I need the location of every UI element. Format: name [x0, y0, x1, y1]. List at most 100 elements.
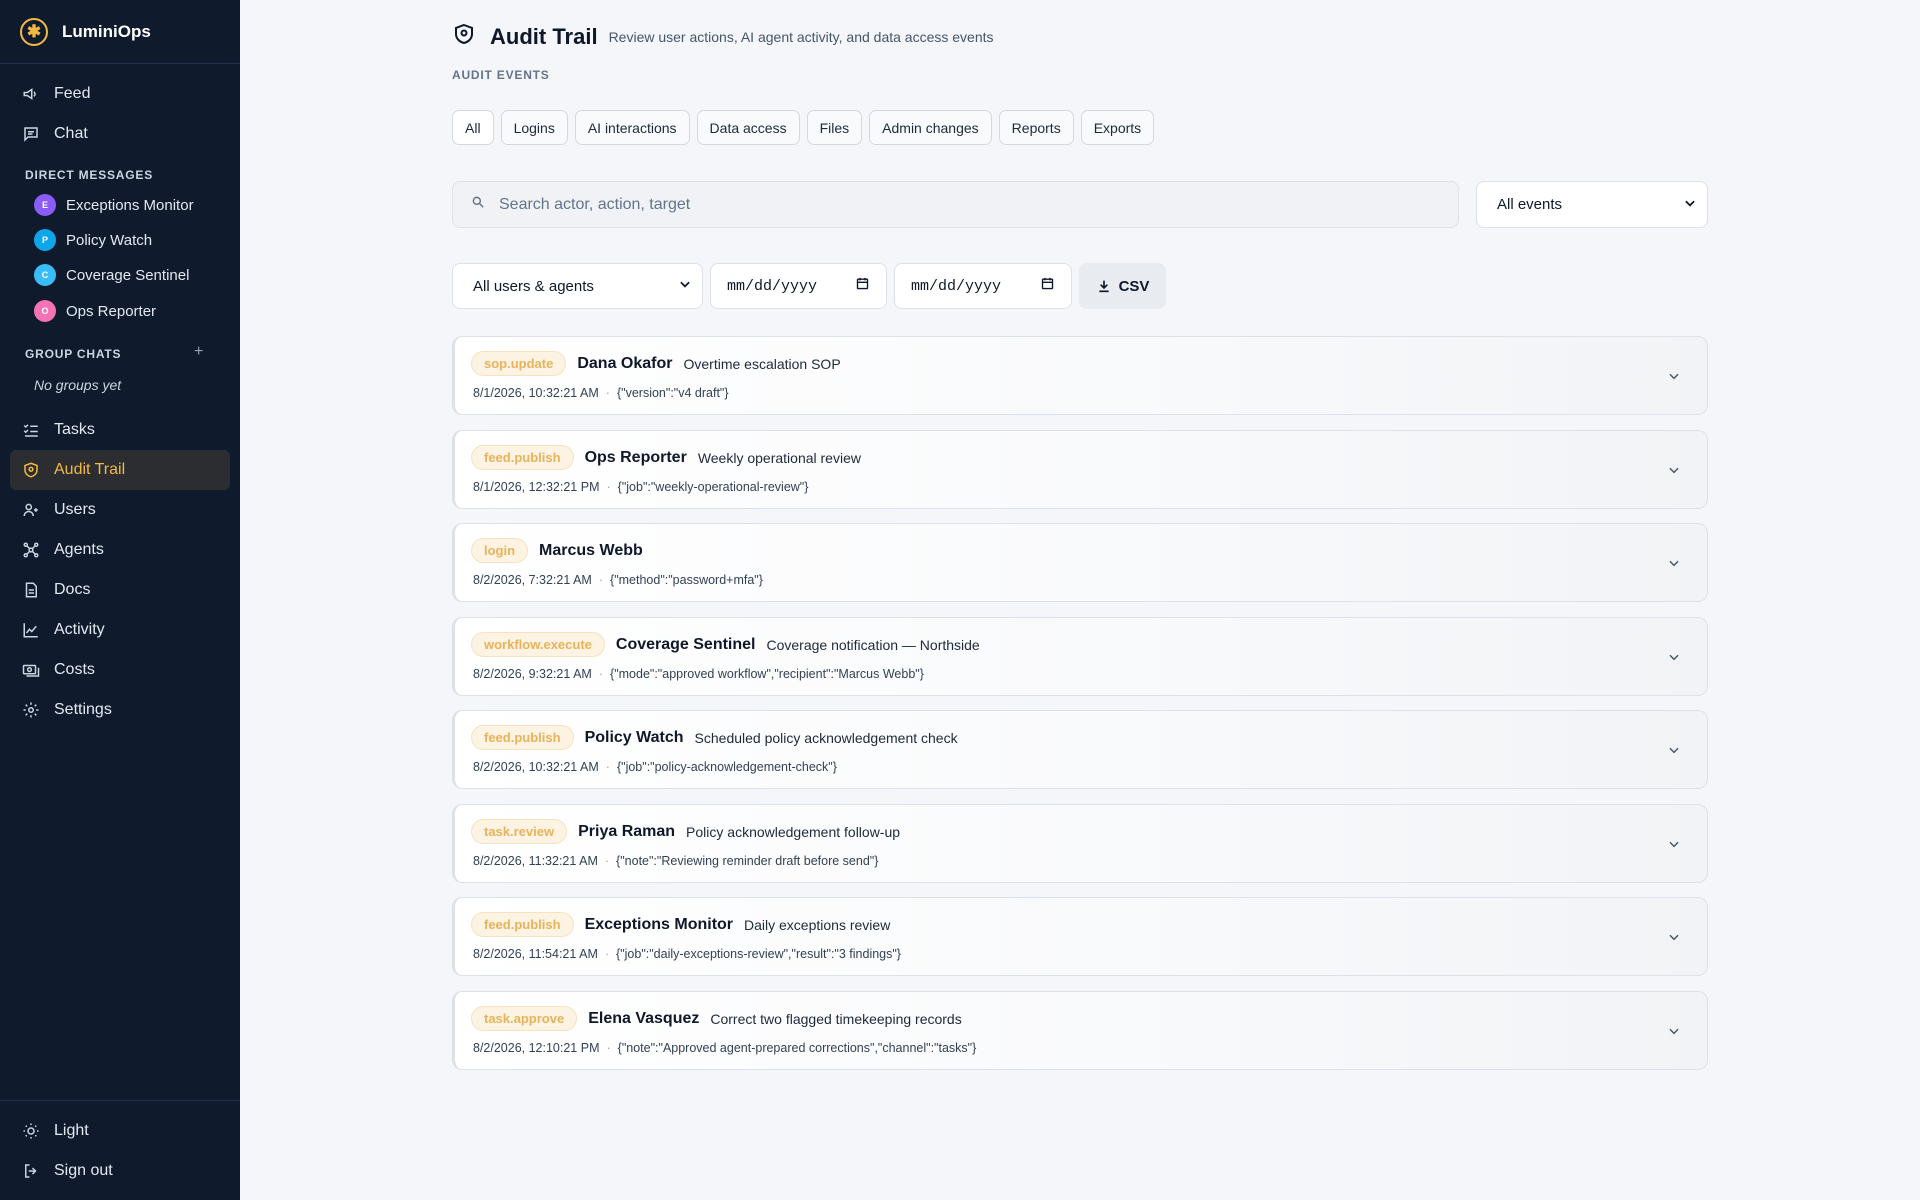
audit-event-row[interactable]: sop.update Dana Okafor Overtime escalati…	[452, 336, 1708, 415]
dm-item-exceptions-monitor[interactable]: E Exceptions Monitor	[34, 191, 194, 219]
tab-files[interactable]: Files	[806, 110, 863, 145]
search-input[interactable]	[499, 195, 1399, 214]
event-actor: Coverage Sentinel	[615, 635, 756, 653]
tab-admin-changes[interactable]: Admin changes	[869, 110, 992, 145]
export-csv-button[interactable]: CSV	[1079, 263, 1166, 309]
nav-label: Chat	[54, 125, 88, 142]
action-badge: feed.publish	[471, 445, 574, 470]
nav-item-docs[interactable]: Docs	[10, 570, 230, 610]
brand[interactable]: ✱ LuminiOps	[0, 0, 240, 64]
tab-ai-interactions[interactable]: AI interactions	[574, 110, 690, 145]
sign-out-button[interactable]: Sign out	[10, 1151, 230, 1191]
sidebar: ✱ LuminiOps Feed Chat DIRECT MESSAGES E …	[0, 0, 240, 1200]
event-time: 8/2/2026, 11:54:21 AM	[473, 947, 598, 961]
gear-icon	[22, 701, 40, 719]
search-box[interactable]	[452, 181, 1459, 228]
tab-data-access[interactable]: Data access	[696, 110, 800, 145]
chevron-down-icon	[1683, 196, 1697, 214]
calendar-icon	[1040, 276, 1055, 296]
nav-item-settings[interactable]: Settings	[10, 690, 230, 730]
nav-item-feed[interactable]: Feed	[10, 74, 230, 114]
expand-chevron-icon[interactable]	[1667, 743, 1681, 757]
nav-item-agents[interactable]: Agents	[10, 530, 230, 570]
event-details: {"version":"v4 draft"}	[616, 386, 729, 400]
users-icon	[22, 501, 40, 519]
sidebar-divider	[0, 1100, 240, 1101]
dm-name: Coverage Sentinel	[66, 266, 190, 284]
nav-label: Sign out	[54, 1162, 113, 1179]
audit-event-row[interactable]: task.approve Elena Vasquez Correct two f…	[452, 991, 1708, 1070]
dm-item-policy-watch[interactable]: P Policy Watch	[34, 226, 152, 254]
nav-item-tasks[interactable]: Tasks	[10, 410, 230, 450]
dm-item-coverage-sentinel[interactable]: C Coverage Sentinel	[34, 261, 189, 289]
event-time: 8/1/2026, 12:32:21 PM	[473, 480, 600, 494]
event-target: Coverage notification — Northside	[766, 636, 980, 653]
expand-chevron-icon[interactable]	[1667, 369, 1681, 383]
audit-event-row[interactable]: task.review Priya Raman Policy acknowled…	[452, 804, 1708, 883]
expand-chevron-icon[interactable]	[1667, 930, 1681, 944]
action-badge: feed.publish	[471, 725, 574, 750]
nav-label: Light	[54, 1122, 89, 1139]
theme-toggle[interactable]: Light	[10, 1111, 230, 1151]
expand-chevron-icon[interactable]	[1667, 556, 1681, 570]
event-target: Weekly operational review	[697, 449, 861, 466]
document-icon	[22, 581, 40, 599]
nav-item-costs[interactable]: Costs	[10, 650, 230, 690]
separator: ·	[605, 760, 610, 774]
direct-messages-label: DIRECT MESSAGES	[25, 168, 154, 182]
event-actor: Policy Watch	[584, 728, 684, 746]
separator: ·	[598, 573, 604, 587]
event-details: {"job":"weekly-operational-review"}	[617, 480, 809, 494]
page-header: Audit Trail Review user actions, AI agen…	[452, 22, 994, 51]
tab-exports[interactable]: Exports	[1080, 110, 1155, 145]
event-details: {"job":"policy-acknowledgement-check"}	[616, 760, 837, 774]
calendar-icon	[855, 276, 870, 296]
tab-logins[interactable]: Logins	[500, 110, 568, 145]
avatar: P	[34, 229, 56, 251]
megaphone-icon	[22, 85, 40, 103]
nav-label: Settings	[54, 701, 112, 718]
sun-icon	[22, 1122, 40, 1140]
expand-chevron-icon[interactable]	[1667, 1024, 1681, 1038]
audit-event-row[interactable]: workflow.execute Coverage Sentinel Cover…	[452, 617, 1708, 696]
search-icon	[471, 195, 485, 214]
chat-icon	[22, 125, 40, 143]
dm-item-ops-reporter[interactable]: O Ops Reporter	[34, 297, 156, 325]
actor-select[interactable]: All users & agents	[452, 263, 703, 309]
dm-name: Ops Reporter	[66, 302, 157, 320]
expand-chevron-icon[interactable]	[1667, 837, 1681, 851]
date-from-value: mm/dd/yyyy	[727, 277, 818, 295]
tab-reports[interactable]: Reports	[998, 110, 1074, 145]
app-name: LuminiOps	[62, 21, 151, 41]
tab-all[interactable]: All	[452, 110, 494, 145]
audit-events-label: AUDIT EVENTS	[452, 68, 550, 82]
audit-event-row[interactable]: login Marcus Webb 8/2/2026, 7:32:21 AM · {…	[452, 523, 1708, 602]
date-from-input[interactable]: mm/dd/yyyy	[710, 263, 887, 309]
separator: ·	[604, 854, 610, 868]
action-badge: login	[471, 538, 529, 563]
event-type-select[interactable]: All events	[1476, 181, 1708, 228]
action-badge: task.review	[471, 819, 568, 844]
expand-chevron-icon[interactable]	[1667, 650, 1681, 664]
event-actor: Marcus Webb	[539, 541, 643, 559]
audit-event-row[interactable]: feed.publish Exceptions Monitor Daily ex…	[452, 897, 1708, 976]
audit-event-row[interactable]: feed.publish Policy Watch Scheduled poli…	[452, 710, 1708, 789]
audit-event-row[interactable]: feed.publish Ops Reporter Weekly operati…	[452, 430, 1708, 509]
nav-item-audit-trail[interactable]: Audit Trail	[10, 450, 230, 490]
nav-item-chat[interactable]: Chat	[10, 114, 230, 154]
nav-item-users[interactable]: Users	[10, 490, 230, 530]
event-actor: Dana Okafor	[577, 354, 673, 372]
separator: ·	[604, 947, 610, 961]
nav-label: Agents	[54, 541, 104, 558]
date-to-input[interactable]: mm/dd/yyyy	[894, 263, 1072, 309]
tasks-icon	[22, 421, 40, 439]
nav-label: Audit Trail	[54, 461, 126, 478]
expand-chevron-icon[interactable]	[1667, 463, 1681, 477]
action-badge: sop.update	[471, 351, 567, 376]
event-target: Daily exceptions review	[744, 916, 891, 933]
event-time: 8/2/2026, 11:32:21 AM	[473, 854, 598, 868]
chevron-down-icon	[678, 277, 692, 295]
separator: ·	[605, 386, 610, 400]
nav-item-activity[interactable]: Activity	[10, 610, 230, 650]
add-group-icon[interactable]: +	[194, 343, 203, 361]
